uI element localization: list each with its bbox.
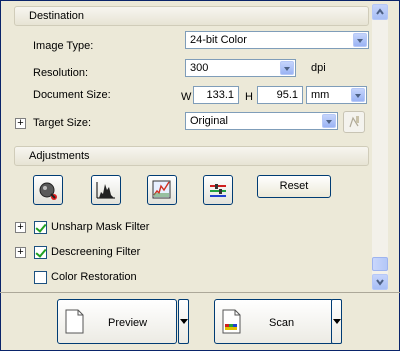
color-palette-icon	[210, 184, 226, 197]
preview-label: Preview	[108, 317, 148, 329]
scan-label: Scan	[269, 317, 295, 329]
histogram-button[interactable]	[91, 175, 121, 205]
target-size-select[interactable]: Original	[185, 112, 338, 130]
unsharp-mask-checkbox[interactable]	[34, 221, 47, 234]
height-label: H	[245, 91, 253, 103]
size-unit-value: mm	[311, 89, 330, 101]
descreening-checkbox[interactable]	[34, 246, 47, 259]
edit-size-icon	[349, 116, 359, 128]
resolution-unit: dpi	[311, 62, 326, 74]
vertical-scrollbar[interactable]	[372, 4, 388, 290]
unsharp-mask-label: Unsharp Mask Filter	[51, 221, 150, 233]
image-type-select[interactable]: 24-bit Color	[185, 31, 369, 49]
image-type-value: 24-bit Color	[190, 34, 247, 46]
color-restoration-label: Color Restoration	[51, 271, 137, 283]
scan-options-button[interactable]	[331, 299, 342, 344]
width-input[interactable]: 133.1	[193, 86, 239, 104]
chevron-up-icon	[376, 8, 384, 15]
auto-exposure-icon	[39, 182, 57, 200]
histogram-icon	[96, 182, 115, 199]
size-unit-select[interactable]: mm	[306, 86, 367, 104]
adjustments-header-label: Adjustments	[29, 150, 90, 162]
resolution-value: 300	[190, 62, 209, 74]
document-size-label: Document Size:	[33, 89, 111, 101]
tone-correction-button[interactable]	[147, 175, 177, 205]
descreening-label: Descreening Filter	[51, 246, 141, 258]
auto-exposure-button[interactable]	[33, 175, 63, 205]
destination-header[interactable]: Destination	[14, 6, 369, 26]
destination-header-label: Destination	[29, 10, 85, 22]
target-size-label: Target Size:	[33, 117, 92, 129]
chevron-down-icon	[376, 279, 384, 286]
chevron-down-icon[interactable]	[280, 61, 294, 75]
scroll-up-button[interactable]	[372, 4, 388, 20]
reset-button[interactable]: Reset	[257, 175, 331, 198]
descreening-expand-icon[interactable]: +	[15, 247, 26, 258]
preview-options-button[interactable]	[178, 299, 189, 344]
scan-document-icon	[222, 309, 241, 334]
image-type-label: Image Type:	[33, 40, 94, 52]
footer-divider	[0, 292, 400, 293]
unsharp-mask-expand-icon[interactable]: +	[15, 222, 26, 233]
tone-correction-icon	[152, 180, 171, 199]
target-size-edit-button[interactable]	[343, 111, 365, 133]
preview-button[interactable]: Preview	[57, 299, 177, 344]
chevron-down-icon[interactable]	[353, 33, 367, 47]
scroll-down-button[interactable]	[372, 274, 388, 290]
resolution-select[interactable]: 300	[185, 59, 296, 77]
resolution-label: Resolution:	[33, 67, 89, 79]
preview-document-icon	[65, 309, 84, 334]
height-input[interactable]: 95.1	[257, 86, 303, 104]
target-size-value: Original	[190, 115, 228, 127]
chevron-down-icon[interactable]	[322, 114, 336, 128]
width-label: W	[181, 91, 192, 103]
target-size-expand-icon[interactable]: +	[15, 118, 26, 129]
adjustments-header[interactable]: Adjustments	[14, 146, 369, 166]
color-restoration-checkbox[interactable]	[34, 271, 47, 284]
scroll-thumb[interactable]	[372, 257, 388, 271]
chevron-down-icon[interactable]	[351, 88, 365, 102]
scan-button[interactable]: Scan	[214, 299, 334, 344]
color-palette-button[interactable]	[203, 175, 233, 205]
